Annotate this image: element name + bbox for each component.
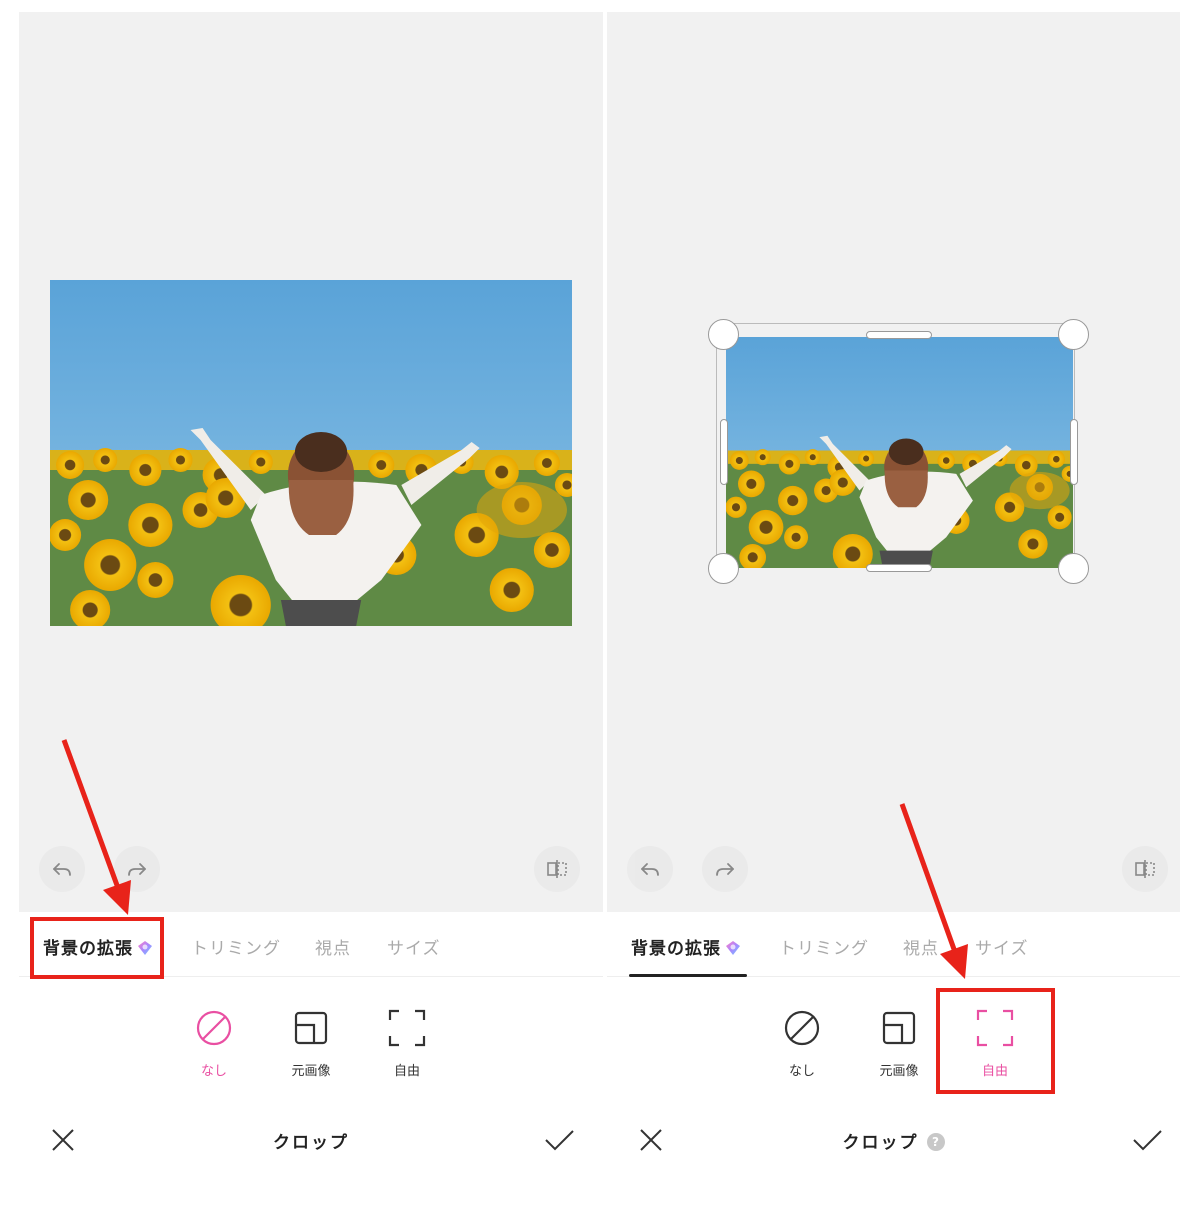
tab-size[interactable]: サイズ [975, 934, 1029, 959]
premium-gem-icon [726, 941, 740, 955]
editor-canvas [607, 12, 1180, 912]
option-free[interactable]: 自由 [367, 1008, 447, 1079]
tab-bar: 背景の拡張 トリミング 視点 サイズ [607, 912, 1180, 977]
right-screen: 背景の拡張 トリミング 視点 サイズ なし 元画像 自由 クロップ? [607, 12, 1180, 1212]
crop-handle-top-right[interactable] [1058, 319, 1089, 350]
original-ratio-icon [294, 1011, 328, 1045]
crop-handle-bottom[interactable] [866, 564, 932, 572]
redo-icon [128, 863, 146, 876]
option-original-ratio[interactable]: 元画像 [859, 1008, 939, 1079]
footer-bar: クロップ [19, 1122, 603, 1162]
left-screen: 背景の拡張 トリミング 視点 サイズ なし 元画像 自由 クロップ [19, 12, 603, 1212]
redo-button[interactable] [702, 846, 748, 892]
undo-icon [53, 863, 71, 876]
crop-handle-top[interactable] [866, 331, 932, 339]
crop-handle-bottom-right[interactable] [1058, 553, 1089, 584]
footer-title: クロップ [273, 1133, 349, 1153]
confirm-check-icon[interactable] [543, 1124, 575, 1156]
footer-bar: クロップ? [607, 1122, 1180, 1162]
footer-title-text: クロップ [842, 1133, 919, 1153]
undo-icon [641, 863, 659, 876]
redo-button[interactable] [114, 846, 160, 892]
option-none[interactable]: なし [762, 1008, 842, 1079]
crop-handle-right[interactable] [1070, 419, 1078, 485]
bottom-sheet: 背景の拡張 トリミング 視点 サイズ なし 元画像 自由 クロップ? [607, 912, 1180, 1212]
tab-background-extend[interactable]: 背景の拡張 [631, 934, 741, 959]
editor-canvas [19, 12, 603, 912]
sunflower-photo [726, 337, 1073, 568]
undo-button[interactable] [39, 846, 85, 892]
compare-button[interactable] [1122, 846, 1168, 892]
sunflower-photo [50, 280, 572, 626]
help-icon[interactable]: ? [926, 1133, 945, 1151]
crop-handle-top-left[interactable] [708, 319, 739, 350]
tab-trimming[interactable]: トリミング [779, 934, 869, 959]
active-tab-underline [629, 974, 747, 977]
confirm-check-icon[interactable] [1131, 1124, 1163, 1156]
option-none[interactable]: なし [174, 1008, 254, 1079]
compare-icon [547, 860, 567, 878]
tab-perspective[interactable]: 視点 [903, 934, 939, 959]
redo-icon [716, 863, 734, 876]
option-original-ratio[interactable]: 元画像 [271, 1008, 351, 1079]
footer-title: クロップ? [607, 1128, 1180, 1153]
crop-handle-bottom-left[interactable] [708, 553, 739, 584]
tab-perspective[interactable]: 視点 [315, 934, 351, 959]
tab-size[interactable]: サイズ [387, 934, 441, 959]
crop-options: なし 元画像 自由 [607, 1008, 1180, 1088]
free-crop-icon [388, 1009, 426, 1047]
none-icon [784, 1010, 820, 1046]
original-ratio-icon [882, 1011, 916, 1045]
tab-label: 背景の拡張 [631, 939, 721, 959]
highlight-box-free-option [936, 988, 1055, 1094]
highlight-box-background-extend [30, 917, 164, 979]
crop-handle-left[interactable] [720, 419, 728, 485]
compare-icon [1135, 860, 1155, 878]
tab-trimming[interactable]: トリミング [191, 934, 281, 959]
none-icon [196, 1010, 232, 1046]
undo-button[interactable] [627, 846, 673, 892]
compare-button[interactable] [534, 846, 580, 892]
crop-options: なし 元画像 自由 [19, 1008, 603, 1088]
